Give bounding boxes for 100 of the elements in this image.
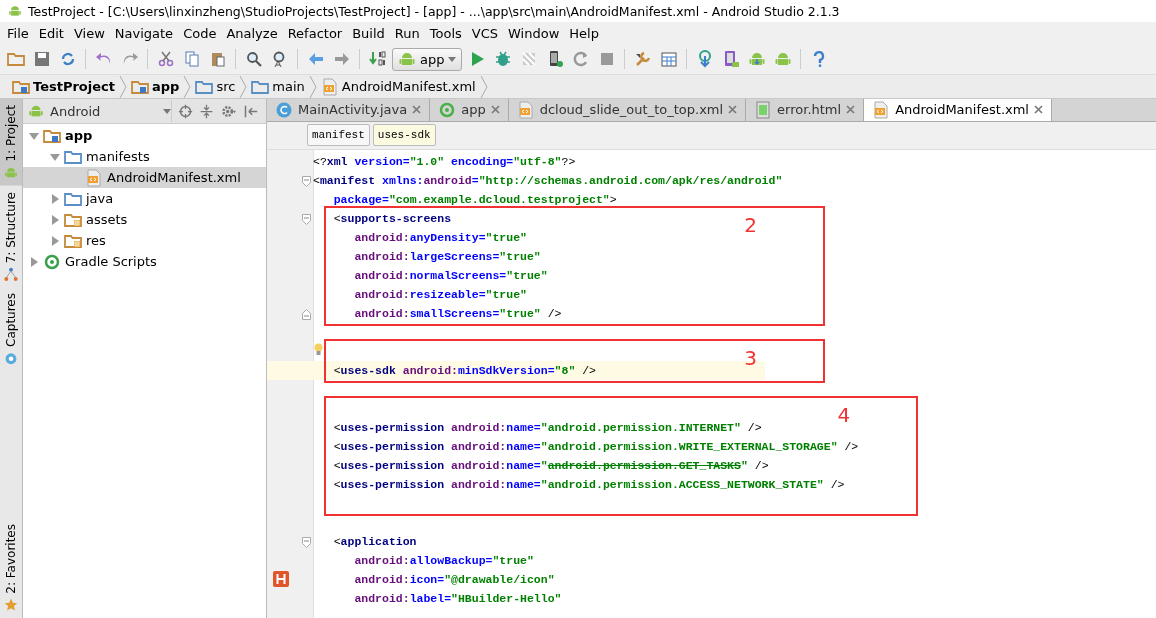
code-line: package="com.example.dcloud.testproject">: [332, 192, 617, 206]
menu-item[interactable]: File: [2, 25, 34, 41]
scissors-icon[interactable]: [156, 50, 175, 68]
close-icon[interactable]: [1034, 105, 1043, 115]
gradle-icon: [43, 252, 61, 271]
chevron-icon: [239, 75, 248, 98]
chevron-icon: [119, 75, 127, 98]
code-line: android:anyDensity="true": [353, 230, 527, 244]
collapsed-arrow-icon[interactable]: [50, 235, 60, 246]
menu-item[interactable]: View: [68, 25, 110, 41]
breadcrumb-item[interactable]: main: [247, 77, 309, 96]
fold-marker-icon[interactable]: [302, 308, 311, 320]
tree-item[interactable]: app: [23, 125, 266, 146]
close-icon[interactable]: [412, 105, 422, 115]
breadcrumb-item[interactable]: TestProject: [8, 77, 119, 96]
close-icon[interactable]: [728, 105, 738, 115]
locate-icon[interactable]: [178, 103, 193, 119]
editor-tab[interactable]: dcloud_slide_out_to_top.xml: [508, 99, 747, 121]
download-icon[interactable]: [696, 50, 714, 68]
menu-item[interactable]: Edit: [33, 25, 69, 41]
menu-item[interactable]: Window: [503, 25, 565, 41]
annotation-number: 2: [744, 212, 757, 237]
fold-marker-icon[interactable]: [302, 536, 311, 548]
collapse-icon[interactable]: [199, 103, 214, 119]
tree-item[interactable]: AndroidManifest.xml: [23, 167, 266, 188]
copy-icon[interactable]: [182, 50, 201, 68]
star-icon: [4, 598, 18, 612]
android-icon: [4, 165, 18, 180]
menu-item[interactable]: VCS: [466, 25, 504, 41]
code-line: android:allowBackup="true": [353, 553, 534, 567]
tree-item[interactable]: assets: [23, 209, 266, 230]
run-configuration-dropdown[interactable]: app: [392, 47, 463, 71]
wrench-icon[interactable]: [634, 50, 652, 68]
caret-icon: [163, 108, 171, 114]
menu-item[interactable]: Build: [347, 25, 390, 41]
code-line: android:normalScreens="true": [353, 268, 548, 282]
window-title: TestProject - [C:\Users\linxinzheng\StudioProjects\TestProject] - [app] - ...\app\src\main\AndroidManifest.xml - Android Studio 2.1.3: [28, 3, 840, 19]
fold-marker-icon[interactable]: [302, 213, 311, 225]
code-line: android:icon="@drawable/icon": [353, 572, 555, 586]
collapsed-arrow-icon[interactable]: [50, 193, 60, 204]
debug-icon[interactable]: [494, 50, 512, 68]
side-tab[interactable]: 2: Favorites: [0, 518, 22, 618]
breadcrumb-item[interactable]: app: [127, 77, 184, 96]
menu-item[interactable]: Run: [389, 25, 425, 41]
fold-marker-icon[interactable]: [302, 175, 311, 187]
hide-panel-icon[interactable]: [243, 103, 258, 119]
tag-breadcrumb[interactable]: manifest: [307, 124, 370, 147]
tree-item[interactable]: java: [23, 188, 266, 209]
grid-icon[interactable]: [660, 50, 678, 68]
expanded-arrow-icon[interactable]: [50, 151, 60, 162]
side-tab[interactable]: Captures: [0, 286, 22, 371]
save-icon[interactable]: [32, 50, 51, 68]
breadcrumb-item[interactable]: AndroidManifest.xml: [316, 77, 480, 96]
menu-item[interactable]: Navigate: [109, 25, 179, 41]
collapsed-arrow-icon[interactable]: [50, 214, 60, 225]
editor-tab[interactable]: error.html: [746, 99, 865, 121]
code-line: <manifest xmlns:android="http://schemas.android.com/apk/res/android": [313, 173, 783, 187]
menu-item[interactable]: Code: [178, 25, 222, 41]
forward-arrow-icon[interactable]: [332, 50, 351, 68]
close-icon[interactable]: [846, 105, 856, 115]
rerun-icon[interactable]: [572, 50, 590, 68]
tree-item[interactable]: res: [23, 230, 266, 251]
android-icon: [398, 50, 416, 68]
code-line: android:label="HBuilder-Hello": [353, 591, 562, 605]
annotation-number: 4: [837, 402, 851, 427]
code-line: <uses-sdk android:minSdkVersion="8" />: [332, 363, 596, 377]
menu-item[interactable]: Tools: [424, 25, 467, 41]
stop-icon[interactable]: [598, 50, 616, 68]
side-tab[interactable]: 1: Project: [0, 99, 22, 186]
android-icon[interactable]: [774, 50, 792, 68]
caret-icon: [448, 56, 457, 62]
build-icon[interactable]: [368, 50, 387, 68]
collapsed-arrow-icon[interactable]: [29, 256, 39, 267]
tree-item[interactable]: Gradle Scripts: [23, 251, 266, 272]
editor-tab[interactable]: MainActivity.java: [267, 99, 431, 121]
lightbulb-icon[interactable]: [314, 342, 323, 356]
editor-tab[interactable]: app: [430, 99, 509, 121]
annotation-number: 3: [744, 345, 757, 370]
tree-item[interactable]: manifests: [23, 146, 266, 167]
editor-tab[interactable]: AndroidManifest.xml: [864, 99, 1052, 121]
search-icon[interactable]: [244, 50, 263, 68]
breadcrumb-item[interactable]: src: [191, 77, 240, 96]
coverage-icon[interactable]: [520, 50, 538, 68]
side-tab[interactable]: 7: Structure: [0, 185, 22, 287]
run-config-icon: [438, 100, 457, 119]
folder-icon[interactable]: [6, 50, 25, 68]
code-line: <uses-permission android:name="android.permission.INTERNET" />: [332, 420, 762, 434]
html-marker-icon[interactable]: [273, 570, 289, 587]
settings-icon[interactable]: [220, 103, 237, 119]
tag-breadcrumb[interactable]: uses-sdk: [372, 124, 436, 147]
android-icon[interactable]: [748, 50, 766, 68]
menu-item[interactable]: Analyze: [221, 25, 283, 41]
code-line: <supports-screens: [332, 211, 452, 225]
chevron-icon: [183, 75, 192, 98]
code-line: <application: [332, 534, 417, 548]
menu-item[interactable]: Refactor: [282, 25, 348, 41]
close-icon[interactable]: [490, 105, 500, 115]
phone-icon[interactable]: [722, 50, 740, 68]
menu-item[interactable]: Help: [564, 25, 604, 41]
expanded-arrow-icon[interactable]: [29, 130, 39, 141]
